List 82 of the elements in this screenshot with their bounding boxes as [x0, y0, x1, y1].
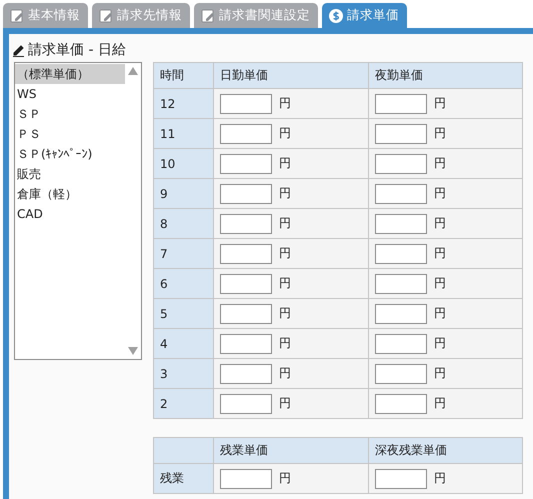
scroll-down-icon[interactable]	[128, 347, 138, 355]
yen-unit: 円	[279, 275, 291, 292]
list-item[interactable]: ＰＳ	[15, 124, 125, 144]
pencil-icon	[13, 44, 25, 56]
price-field[interactable]	[375, 124, 427, 144]
row-label: 残業	[160, 471, 184, 485]
edit-icon	[10, 8, 24, 22]
row-label: 11	[160, 126, 176, 140]
row-label: 12	[160, 96, 176, 110]
list-item[interactable]: 販売	[15, 164, 125, 184]
price-field[interactable]	[220, 214, 272, 234]
edit-icon	[201, 8, 215, 22]
price-field[interactable]	[375, 468, 427, 488]
price-field[interactable]	[375, 364, 427, 384]
yen-unit: 円	[279, 335, 291, 352]
tab[interactable]: 請求単価	[322, 3, 407, 28]
price-field[interactable]	[375, 394, 427, 414]
price-field[interactable]	[220, 334, 272, 354]
price-field[interactable]	[220, 184, 272, 204]
column-header: 日勤単価	[220, 68, 268, 82]
section-title: 請求単価 - 日給	[28, 41, 126, 59]
price-field[interactable]	[220, 244, 272, 264]
row-label: 3	[160, 366, 168, 380]
row-label: 6	[160, 276, 168, 290]
yen-unit: 円	[279, 305, 291, 322]
row-label: 2	[160, 396, 168, 410]
price-field[interactable]	[220, 304, 272, 324]
price-field[interactable]	[220, 394, 272, 414]
price-field[interactable]	[220, 124, 272, 144]
dollar-icon	[329, 8, 343, 22]
price-field[interactable]	[220, 154, 272, 174]
yen-unit: 円	[434, 335, 446, 352]
column-header: 時間	[160, 68, 184, 82]
yen-unit: 円	[434, 275, 446, 292]
list-item[interactable]: CAD	[15, 204, 125, 224]
yen-unit: 円	[434, 95, 446, 112]
row-label: 8	[160, 216, 168, 230]
yen-unit: 円	[279, 215, 291, 232]
list-item[interactable]: ＳＰ	[15, 104, 125, 124]
column-header: 残業単価	[220, 443, 268, 457]
row-label: 10	[160, 156, 176, 170]
yen-unit: 円	[434, 185, 446, 202]
yen-unit: 円	[434, 305, 446, 322]
row-label: 4	[160, 336, 168, 350]
price-field[interactable]	[375, 244, 427, 264]
yen-unit: 円	[434, 470, 446, 487]
yen-unit: 円	[434, 155, 446, 172]
price-field[interactable]	[220, 274, 272, 294]
yen-unit: 円	[279, 155, 291, 172]
row-label: 5	[160, 306, 168, 320]
price-field[interactable]	[375, 334, 427, 354]
price-field[interactable]	[375, 94, 427, 114]
scroll-up-icon[interactable]	[128, 67, 138, 75]
yen-unit: 円	[279, 245, 291, 262]
column-header: 夜勤単価	[375, 68, 423, 82]
price-field[interactable]	[375, 184, 427, 204]
yen-unit: 円	[434, 215, 446, 232]
yen-unit: 円	[279, 395, 291, 412]
yen-unit: 円	[434, 395, 446, 412]
yen-unit: 円	[434, 245, 446, 262]
row-label: 9	[160, 186, 168, 200]
yen-unit: 円	[434, 365, 446, 382]
price-field[interactable]	[375, 154, 427, 174]
column-header: 深夜残業単価	[375, 443, 447, 457]
row-label: 7	[160, 246, 168, 260]
yen-unit: 円	[279, 125, 291, 142]
price-field[interactable]	[220, 94, 272, 114]
list-item[interactable]: ＳＰ(ｷｬﾝﾍﾟｰﾝ)	[15, 144, 125, 164]
yen-unit: 円	[434, 125, 446, 142]
price-field[interactable]	[220, 364, 272, 384]
edit-icon	[99, 8, 113, 22]
price-field[interactable]	[220, 468, 272, 488]
yen-unit: 円	[279, 185, 291, 202]
yen-unit: 円	[279, 470, 291, 487]
price-field[interactable]	[375, 304, 427, 324]
yen-unit: 円	[279, 365, 291, 382]
price-field[interactable]	[375, 214, 427, 234]
list-item[interactable]: 倉庫（軽）	[15, 184, 125, 204]
list-item[interactable]: （標準単価）	[15, 64, 125, 84]
price-field[interactable]	[375, 274, 427, 294]
list-item[interactable]: WS	[15, 84, 125, 104]
yen-unit: 円	[279, 95, 291, 112]
